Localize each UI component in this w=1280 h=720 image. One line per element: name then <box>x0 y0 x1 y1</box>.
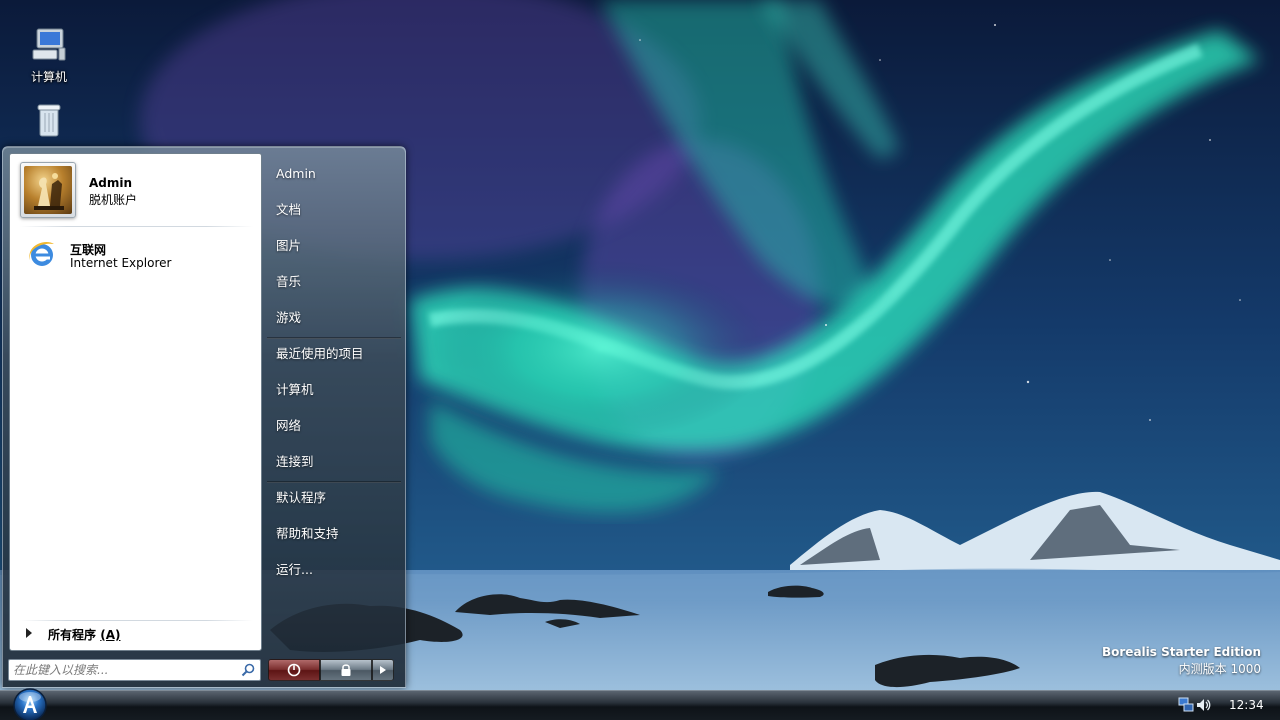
power-icon <box>287 663 301 677</box>
right-item-documents[interactable]: 文档 <box>269 195 399 225</box>
computer-icon <box>32 28 66 61</box>
internet-explorer-icon <box>29 242 54 266</box>
chess-pieces-picture <box>24 166 72 214</box>
start-menu: Admin 脱机账户 互联网 Internet Explorer 所有程序 (A… <box>2 146 406 688</box>
lock-button[interactable] <box>320 659 372 681</box>
user-picture[interactable] <box>20 162 76 218</box>
user-name: Admin <box>89 176 133 190</box>
build-watermark: 内测版本 1000 <box>1178 662 1261 676</box>
start-menu-left-pane: Admin 脱机账户 互联网 Internet Explorer 所有程序 (A… <box>9 153 262 651</box>
pinned-item-subtitle: Internet Explorer <box>70 256 172 270</box>
power-button-group <box>268 659 396 683</box>
arrow-right-icon <box>26 628 32 638</box>
desktop-icon-label: 计算机 <box>30 70 67 84</box>
all-programs-label: 所有程序 (A) <box>48 628 121 642</box>
right-item-computer[interactable]: 计算机 <box>269 375 399 405</box>
search-icon[interactable] <box>241 663 255 677</box>
right-item-user-folder[interactable]: Admin <box>269 159 399 189</box>
taskbar: 12:34 <box>0 688 1280 720</box>
network-icon[interactable] <box>1178 697 1194 713</box>
recycle-bin-icon <box>37 104 61 137</box>
pinned-item-internet[interactable]: 互联网 Internet Explorer <box>16 234 256 274</box>
all-programs-button[interactable]: 所有程序 (A) <box>20 622 250 644</box>
right-item-network[interactable]: 网络 <box>269 411 399 441</box>
right-item-recent-items[interactable]: 最近使用的项目 <box>269 339 399 369</box>
right-item-connect-to[interactable]: 连接到 <box>269 447 399 477</box>
power-options-button[interactable] <box>372 659 394 681</box>
clock[interactable]: 12:34 <box>1229 698 1264 712</box>
right-item-music[interactable]: 音乐 <box>269 267 399 297</box>
start-search-box[interactable] <box>8 659 261 681</box>
desktop-icon-recycle-bin[interactable] <box>11 100 87 145</box>
power-button[interactable] <box>268 659 320 681</box>
separator <box>20 226 253 227</box>
separator <box>20 620 253 621</box>
right-item-help-support[interactable]: 帮助和支持 <box>269 519 399 549</box>
right-item-default-programs[interactable]: 默认程序 <box>269 483 399 513</box>
right-item-pictures[interactable]: 图片 <box>269 231 399 261</box>
start-orb-icon[interactable] <box>9 686 51 720</box>
right-item-run[interactable]: 运行... <box>269 555 399 585</box>
edition-watermark: Borealis Starter Edition <box>1102 645 1261 659</box>
user-account-type: 脱机账户 <box>89 193 138 207</box>
right-item-games[interactable]: 游戏 <box>269 303 399 333</box>
arrow-right-icon <box>380 666 386 674</box>
desktop-icon-computer[interactable]: 计算机 <box>11 24 87 85</box>
start-menu-right-pane: Admin 文档 图片 音乐 游戏 最近使用的项目 计算机 网络 连接到 默认程… <box>265 155 403 595</box>
search-input[interactable] <box>13 662 233 678</box>
lock-icon <box>341 664 351 676</box>
volume-icon[interactable] <box>1195 697 1211 713</box>
